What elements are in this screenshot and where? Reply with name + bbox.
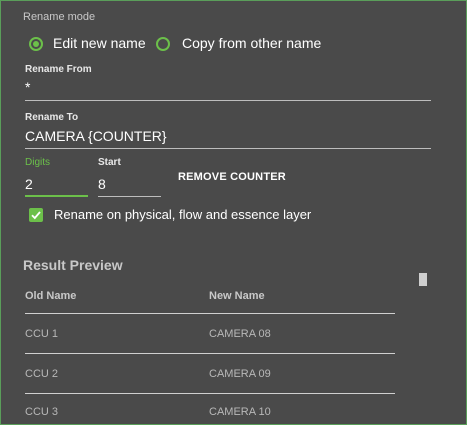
checkbox-checked-icon[interactable]: [29, 208, 43, 222]
rename-to-label: Rename To: [25, 112, 79, 123]
edit-new-name-label: Edit new name: [53, 35, 146, 51]
remove-counter-button[interactable]: REMOVE COUNTER: [178, 171, 286, 183]
table-row: CCU 3 CAMERA 10: [25, 394, 395, 424]
table-row: CCU 2 CAMERA 09: [25, 354, 395, 394]
old-name-cell: CCU 1: [25, 328, 59, 340]
rename-dialog: Rename mode Edit new name Copy from othe…: [0, 0, 467, 425]
digits-label: Digits: [25, 157, 51, 168]
start-field[interactable]: 8: [98, 171, 161, 197]
rename-layers-label: Rename on physical, flow and essence lay…: [54, 207, 312, 222]
rename-to-field[interactable]: CAMERA {COUNTER}: [25, 126, 431, 149]
table-row: CCU 1 CAMERA 08: [25, 314, 395, 354]
digits-value: 2: [25, 176, 33, 192]
old-name-cell: CCU 3: [25, 406, 59, 418]
column-header-new-name: New Name: [209, 290, 265, 302]
rename-mode-title: Rename mode: [23, 11, 96, 23]
rename-from-value: *: [25, 79, 31, 95]
digits-field[interactable]: 2: [25, 171, 88, 197]
old-name-cell: CCU 2: [25, 368, 59, 380]
column-header-old-name: Old Name: [25, 290, 77, 302]
radio-selected-icon: [29, 37, 43, 51]
new-name-cell: CAMERA 08: [209, 328, 271, 340]
new-name-cell: CAMERA 09: [209, 368, 271, 380]
result-preview-title: Result Preview: [23, 257, 123, 273]
copy-from-other-name-label: Copy from other name: [182, 35, 322, 51]
new-name-cell: CAMERA 10: [209, 406, 271, 418]
scrollbar-thumb[interactable]: [419, 273, 427, 286]
start-label: Start: [98, 157, 121, 168]
rename-from-field[interactable]: *: [25, 79, 431, 101]
digits-underline: [25, 195, 88, 197]
radio-unselected-icon: [156, 37, 170, 51]
rename-from-label: Rename From: [25, 64, 92, 75]
rename-to-underline: [25, 148, 431, 149]
start-value: 8: [98, 176, 106, 192]
rename-from-underline: [25, 100, 431, 101]
rename-to-value: CAMERA {COUNTER}: [25, 128, 167, 144]
start-underline: [98, 196, 161, 197]
